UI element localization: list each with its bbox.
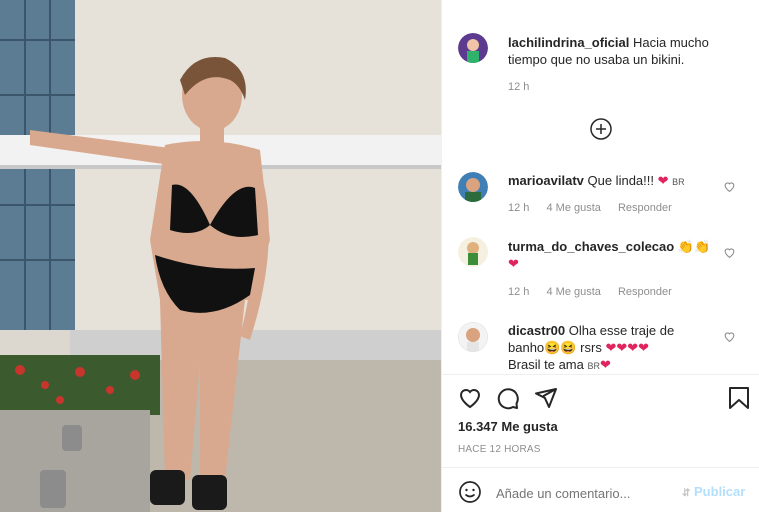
comment-2-reply[interactable]: Responder (618, 286, 672, 298)
comment-3-text-3: rsrs (580, 340, 602, 355)
like-comment-2-icon[interactable] (723, 246, 736, 259)
comment-3-text-1: Olha esse traje de (568, 323, 675, 338)
emoji-smiley-icon[interactable] (458, 480, 482, 504)
commenter-avatar[interactable] (458, 322, 488, 352)
comment-1-reply[interactable]: Responder (618, 202, 672, 214)
comment-1-meta: 12 h 4 Me gusta Responder (508, 202, 686, 214)
comment-3: dicastr00 Olha esse traje de banho😆😆 rsr… (508, 322, 728, 375)
comment-bubble-icon[interactable] (496, 386, 520, 410)
scroll-arrows-icon: ⇵ (682, 488, 691, 499)
likes-count[interactable]: 16.347 Me gusta (458, 419, 558, 434)
comment-1-text: Que linda!!! (587, 173, 655, 188)
comment-2-likes[interactable]: 4 Me gusta (546, 286, 600, 298)
comment-2-username[interactable]: turma_do_chaves_colecao (508, 239, 674, 254)
divider (442, 374, 759, 375)
post-caption: lachilindrina_oficial Hacia mucho tiempo… (508, 34, 744, 68)
publish-label: Publicar (694, 484, 746, 499)
comment-3-text-2: banho (508, 340, 545, 355)
post-photo (0, 0, 441, 512)
red-heart-emoji-icon: ❤ (508, 256, 519, 271)
author-username[interactable]: lachilindrina_oficial (508, 35, 629, 50)
caption-time: 12 h (508, 81, 530, 93)
comment-2-time: 12 h (508, 286, 530, 298)
save-bookmark-icon[interactable] (728, 386, 750, 410)
load-more-comments-icon[interactable] (590, 118, 612, 140)
publish-button[interactable]: ⇵ Publicar (682, 484, 745, 499)
flag-br-icon: BR (587, 361, 601, 371)
author-avatar[interactable] (458, 33, 488, 63)
comment-3-username[interactable]: dicastr00 (508, 323, 565, 338)
post-timestamp: HACE 12 HORAS (458, 444, 541, 455)
heart-emoji-icon: ❤ (600, 357, 611, 372)
share-paper-plane-icon[interactable] (534, 386, 558, 410)
commenter-avatar[interactable] (458, 172, 488, 202)
commenter-avatar[interactable] (458, 237, 488, 267)
post-sidebar: lachilindrina_oficial Hacia mucho tiempo… (441, 0, 759, 512)
clapping-hands-emoji-icon: 👏👏 (677, 239, 711, 254)
comment-3-text-4: Brasil te ama (508, 357, 584, 372)
comment-input[interactable] (494, 482, 678, 504)
like-heart-icon[interactable] (458, 386, 482, 410)
comment-2-meta: 12 h 4 Me gusta Responder (508, 286, 686, 298)
divider (442, 467, 759, 468)
comment-1-username[interactable]: marioavilatv (508, 173, 584, 188)
comment-2: turma_do_chaves_colecao 👏👏 ❤ (508, 238, 728, 272)
comment-1-likes[interactable]: 4 Me gusta (546, 202, 600, 214)
comment-1: marioavilatv Que linda!!! ❤ BR (508, 172, 728, 191)
comment-1-time: 12 h (508, 202, 530, 214)
red-hearts-emoji-icon: ❤❤❤❤ (605, 340, 650, 355)
bikini-photo-image (0, 0, 441, 512)
flag-br-icon: BR (672, 177, 685, 187)
like-comment-1-icon[interactable] (723, 180, 736, 193)
like-comment-3-icon[interactable] (723, 330, 736, 343)
red-heart-emoji-icon: ❤ (657, 173, 669, 188)
grinning-emoji-icon: 😆😆 (544, 340, 577, 355)
